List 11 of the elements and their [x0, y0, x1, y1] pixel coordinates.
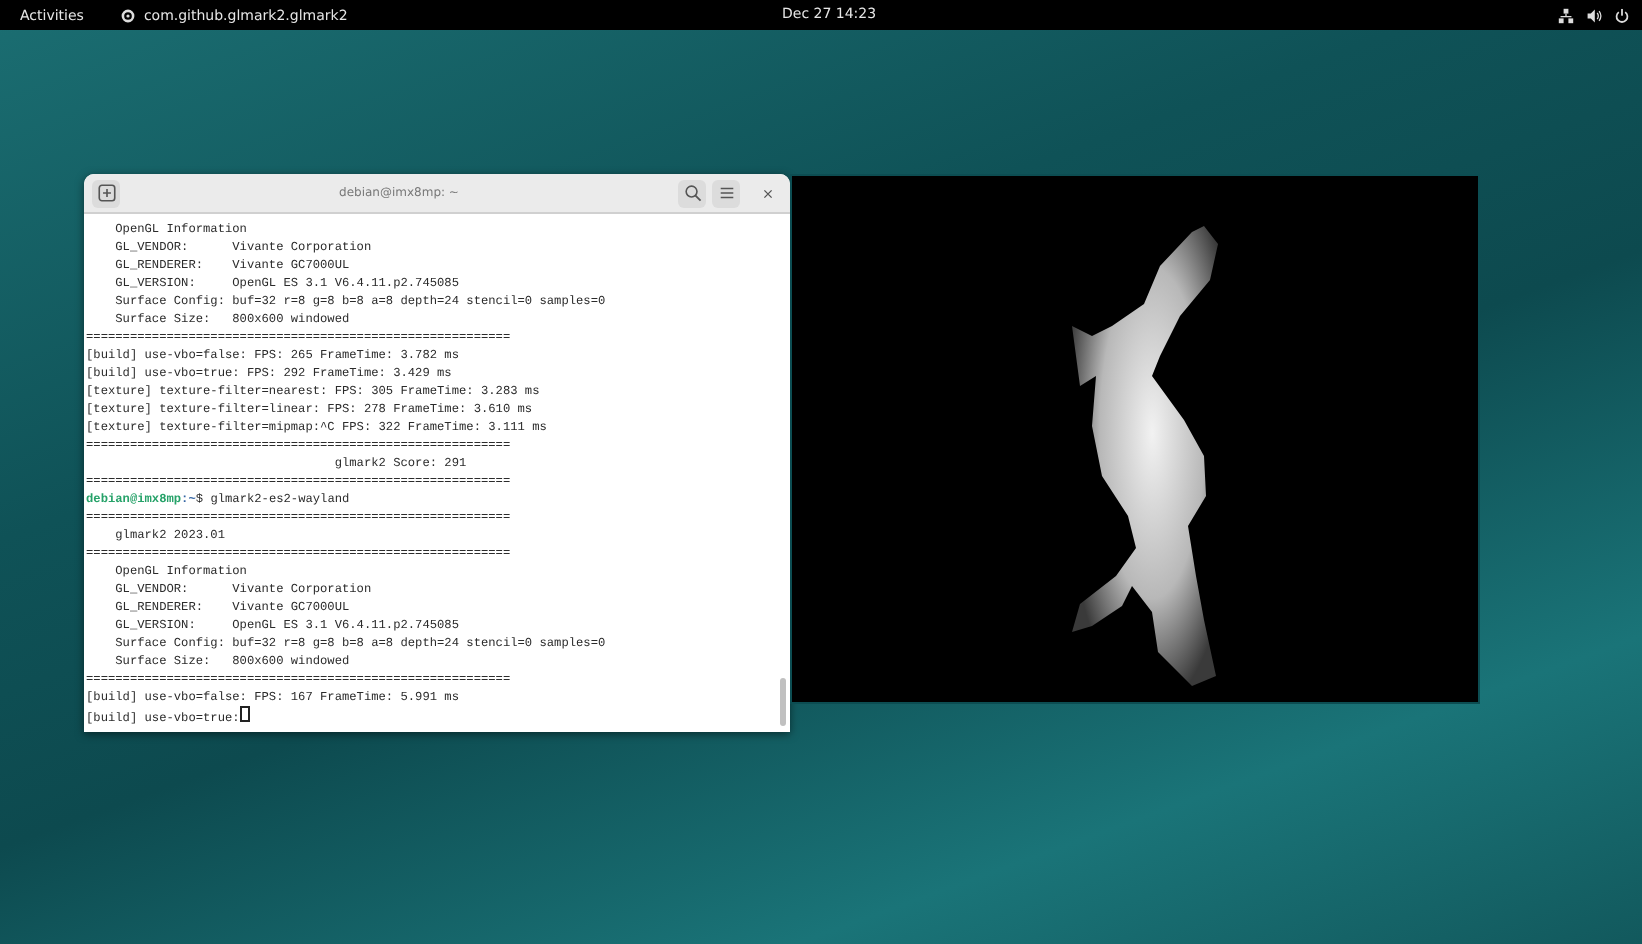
- volume-icon[interactable]: [1586, 7, 1602, 23]
- menu-button[interactable]: [712, 179, 740, 207]
- search-icon: [683, 184, 701, 202]
- new-tab-button[interactable]: [92, 179, 120, 207]
- power-icon[interactable]: [1614, 7, 1630, 23]
- search-button[interactable]: [678, 179, 706, 207]
- menu-icon: [717, 184, 735, 202]
- close-icon: [762, 187, 774, 199]
- scrollbar[interactable]: [780, 678, 786, 726]
- network-icon[interactable]: [1558, 7, 1574, 23]
- plus-icon: [97, 184, 115, 202]
